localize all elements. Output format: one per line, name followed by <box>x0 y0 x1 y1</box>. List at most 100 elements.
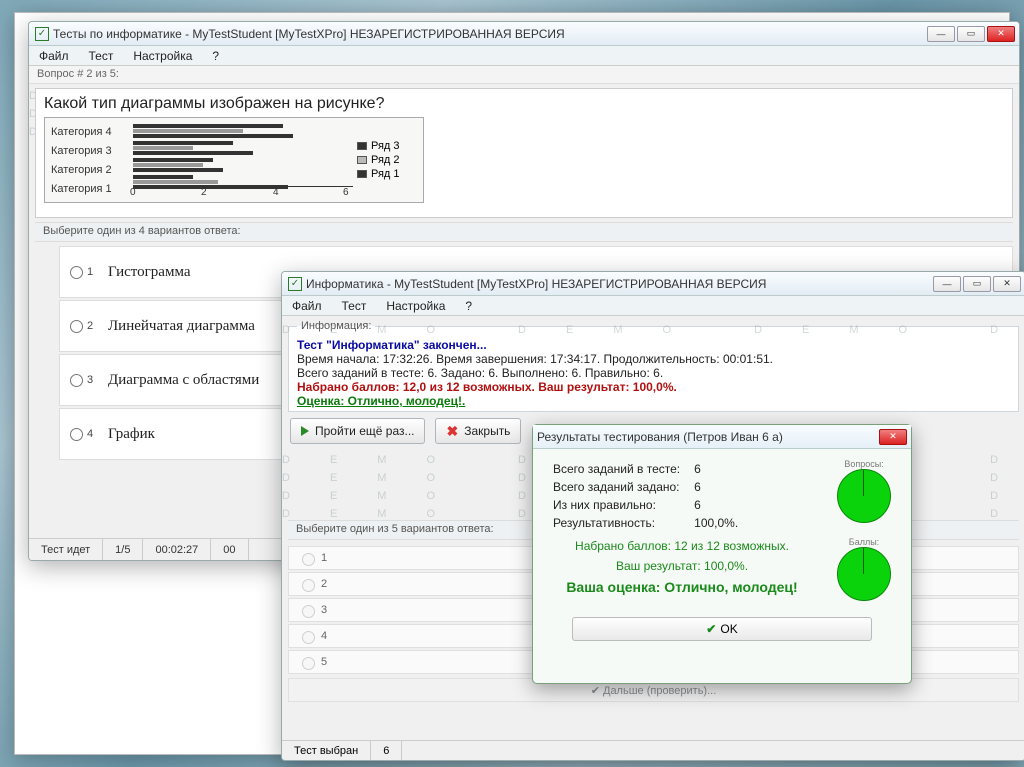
stat-value: 6 <box>688 479 744 495</box>
axis-tick: 6 <box>343 187 349 198</box>
dialog-score-line: Ваш результат: 100,0%. <box>545 559 819 573</box>
menu-test[interactable]: Тест <box>338 297 371 315</box>
answer-text: Гистограмма <box>108 264 191 281</box>
answer-number: 1 <box>321 552 327 564</box>
info-line: Всего заданий в тесте: 6. Задано: 6. Вып… <box>297 366 1010 380</box>
info-line: Время начала: 17:32:26. Время завершения… <box>297 352 1010 366</box>
page-frame: ✓ Тесты по информатике - MyTestStudent [… <box>14 12 1010 755</box>
legend-item: Ряд 2 <box>371 154 400 166</box>
stat-value: 6 <box>688 461 744 477</box>
play-icon <box>301 426 309 436</box>
answers-hint: Выберите один из 4 вариантов ответа: <box>35 222 1013 242</box>
check-icon: ✔ <box>706 622 716 636</box>
status-counter: 1/5 <box>103 539 143 560</box>
question-area: Какой тип диаграммы изображен на рисунке… <box>35 88 1013 218</box>
close-button[interactable]: ✕ <box>987 26 1015 42</box>
stat-label: Всего заданий в тесте: <box>547 461 686 477</box>
menubar: Файл Тест Настройка ? <box>29 46 1019 66</box>
info-group: Информация: Тест "Информатика" закончен.… <box>288 320 1019 412</box>
titlebar[interactable]: ✓ Информатика - MyTestStudent [MyTestXPr… <box>282 272 1024 296</box>
chart-category: Категория 3 <box>51 145 129 157</box>
window-title: Информатика - MyTestStudent [MyTestXPro]… <box>306 277 766 291</box>
window-title: Тесты по информатике - MyTestStudent [My… <box>53 27 565 41</box>
dialog-title: Результаты тестирования (Петров Иван 6 а… <box>537 430 783 444</box>
maximize-button[interactable]: ▭ <box>957 26 985 42</box>
axis-tick: 4 <box>273 187 279 198</box>
answer-radio[interactable] <box>70 320 83 333</box>
answer-number: 5 <box>321 656 327 668</box>
answer-text: График <box>108 426 155 443</box>
answer-number: 2 <box>87 320 93 332</box>
status-counter: 6 <box>371 741 402 760</box>
dialog-titlebar[interactable]: Результаты тестирования (Петров Иван 6 а… <box>533 425 911 449</box>
menu-help[interactable]: ? <box>461 297 476 315</box>
menu-file[interactable]: Файл <box>35 47 73 65</box>
axis-tick: 0 <box>130 187 136 198</box>
info-score: Набрано баллов: 12,0 из 12 возможных. Ва… <box>297 380 1010 394</box>
answer-number: 3 <box>87 374 93 386</box>
ok-label: OK <box>720 622 737 636</box>
status-state: Тест выбран <box>282 741 371 760</box>
stat-label: Всего заданий задано: <box>547 479 686 495</box>
stat-value: 100,0%. <box>688 515 744 531</box>
question-text: Какой тип диаграммы изображен на рисунке… <box>44 95 1004 113</box>
maximize-button[interactable]: ▭ <box>963 276 991 292</box>
answer-number: 1 <box>87 266 93 278</box>
dialog-ok-button[interactable]: ✔ OK <box>572 617 872 641</box>
app-icon: ✓ <box>288 277 302 291</box>
questions-pie-icon <box>837 469 891 523</box>
answer-radio[interactable] <box>302 553 315 566</box>
status-extra: 00 <box>211 539 248 560</box>
retry-button[interactable]: Пройти ещё раз... <box>290 418 425 444</box>
close-button[interactable]: ✕ <box>993 276 1021 292</box>
close-icon: ✖ <box>446 423 458 440</box>
minimize-button[interactable]: — <box>927 26 955 42</box>
close-label: Закрыть <box>464 424 510 438</box>
app-icon: ✓ <box>35 27 49 41</box>
info-grade: Оценка: Отлично, молодец!. <box>297 394 1010 408</box>
answer-radio[interactable] <box>302 657 315 670</box>
dialog-close-button[interactable]: ✕ <box>879 429 907 445</box>
menu-test[interactable]: Тест <box>85 47 118 65</box>
info-header: Информация: <box>297 320 375 332</box>
status-elapsed: 00:02:27 <box>143 539 211 560</box>
chart-image: Категория 4 Категория 3 Категория 2 Кате… <box>44 117 424 203</box>
info-line: Тест "Информатика" закончен... <box>297 338 1010 352</box>
answer-radio[interactable] <box>302 605 315 618</box>
question-progress: Вопрос # 2 из 5: <box>29 66 1019 84</box>
minimize-button[interactable]: — <box>933 276 961 292</box>
menu-help[interactable]: ? <box>208 47 223 65</box>
answer-text: Диаграмма с областями <box>108 372 259 389</box>
chart-category: Категория 1 <box>51 183 129 195</box>
menu-file[interactable]: Файл <box>288 297 326 315</box>
stat-value: 6 <box>688 497 744 513</box>
retry-label: Пройти ещё раз... <box>315 424 414 438</box>
answer-number: 3 <box>321 604 327 616</box>
chart-category: Категория 4 <box>51 126 129 138</box>
answer-radio[interactable] <box>302 631 315 644</box>
dialog-score-line: Набрано баллов: 12 из 12 возможных. <box>545 539 819 553</box>
menu-settings[interactable]: Настройка <box>382 297 449 315</box>
legend-item: Ряд 1 <box>371 168 400 180</box>
answer-number: 4 <box>87 428 93 440</box>
points-pie-icon <box>837 547 891 601</box>
answer-text: Линейчатая диаграмма <box>108 318 255 335</box>
statusbar: Тест выбран 6 <box>282 740 1024 760</box>
titlebar[interactable]: ✓ Тесты по информатике - MyTestStudent [… <box>29 22 1019 46</box>
legend-item: Ряд 3 <box>371 140 400 152</box>
answer-radio[interactable] <box>70 266 83 279</box>
status-state: Тест идет <box>29 539 103 560</box>
menu-settings[interactable]: Настройка <box>129 47 196 65</box>
answer-radio[interactable] <box>70 428 83 441</box>
dialog-summary: Всего заданий в тесте:6 Всего заданий за… <box>545 459 819 601</box>
stat-label: Из них правильно: <box>547 497 686 513</box>
answer-radio[interactable] <box>70 374 83 387</box>
axis-tick: 2 <box>201 187 207 198</box>
stat-label: Результативность: <box>547 515 686 531</box>
chart-category: Категория 2 <box>51 164 129 176</box>
pie-label: Баллы: <box>837 537 891 547</box>
window-test-results: ✓ Информатика - MyTestStudent [MyTestXPr… <box>281 271 1024 761</box>
close-test-button[interactable]: ✖ Закрыть <box>435 418 521 444</box>
menubar: Файл Тест Настройка ? <box>282 296 1024 316</box>
answer-radio[interactable] <box>302 579 315 592</box>
